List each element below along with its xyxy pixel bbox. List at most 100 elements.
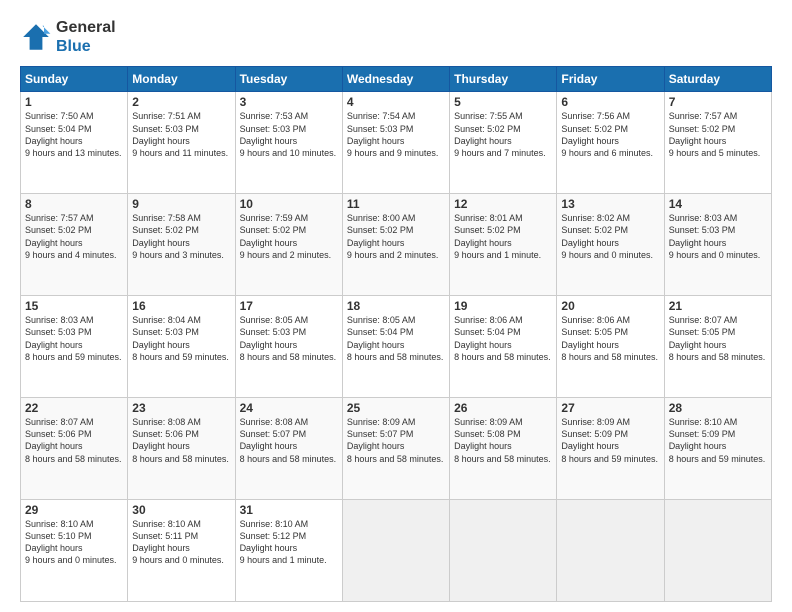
day-info: Sunrise: 7:55 AM Sunset: 5:02 PM Dayligh…	[454, 110, 552, 159]
calendar-cell: 3 Sunrise: 7:53 AM Sunset: 5:03 PM Dayli…	[235, 92, 342, 194]
day-number: 22	[25, 401, 123, 415]
calendar-cell	[664, 500, 771, 602]
day-number: 10	[240, 197, 338, 211]
calendar-cell: 20 Sunrise: 8:06 AM Sunset: 5:05 PM Dayl…	[557, 296, 664, 398]
day-number: 31	[240, 503, 338, 517]
day-number: 27	[561, 401, 659, 415]
calendar-cell	[342, 500, 449, 602]
day-number: 5	[454, 95, 552, 109]
calendar-cell: 7 Sunrise: 7:57 AM Sunset: 5:02 PM Dayli…	[664, 92, 771, 194]
day-number: 12	[454, 197, 552, 211]
day-number: 21	[669, 299, 767, 313]
day-info: Sunrise: 7:53 AM Sunset: 5:03 PM Dayligh…	[240, 110, 338, 159]
day-info: Sunrise: 8:10 AM Sunset: 5:09 PM Dayligh…	[669, 416, 767, 465]
day-number: 13	[561, 197, 659, 211]
day-info: Sunrise: 8:03 AM Sunset: 5:03 PM Dayligh…	[669, 212, 767, 261]
day-number: 11	[347, 197, 445, 211]
day-info: Sunrise: 8:07 AM Sunset: 5:06 PM Dayligh…	[25, 416, 123, 465]
day-number: 9	[132, 197, 230, 211]
day-info: Sunrise: 8:10 AM Sunset: 5:11 PM Dayligh…	[132, 518, 230, 567]
day-info: Sunrise: 7:57 AM Sunset: 5:02 PM Dayligh…	[669, 110, 767, 159]
header: General Blue	[20, 18, 772, 56]
day-info: Sunrise: 8:09 AM Sunset: 5:09 PM Dayligh…	[561, 416, 659, 465]
day-number: 1	[25, 95, 123, 109]
day-info: Sunrise: 8:08 AM Sunset: 5:07 PM Dayligh…	[240, 416, 338, 465]
calendar-cell: 22 Sunrise: 8:07 AM Sunset: 5:06 PM Dayl…	[21, 398, 128, 500]
day-number: 15	[25, 299, 123, 313]
day-number: 8	[25, 197, 123, 211]
day-info: Sunrise: 8:07 AM Sunset: 5:05 PM Dayligh…	[669, 314, 767, 363]
logo-icon	[20, 21, 52, 53]
calendar-body: 1 Sunrise: 7:50 AM Sunset: 5:04 PM Dayli…	[21, 92, 772, 602]
calendar-cell: 21 Sunrise: 8:07 AM Sunset: 5:05 PM Dayl…	[664, 296, 771, 398]
calendar-cell: 24 Sunrise: 8:08 AM Sunset: 5:07 PM Dayl…	[235, 398, 342, 500]
day-number: 18	[347, 299, 445, 313]
day-info: Sunrise: 8:05 AM Sunset: 5:04 PM Dayligh…	[347, 314, 445, 363]
calendar-cell: 27 Sunrise: 8:09 AM Sunset: 5:09 PM Dayl…	[557, 398, 664, 500]
day-number: 14	[669, 197, 767, 211]
calendar-cell: 4 Sunrise: 7:54 AM Sunset: 5:03 PM Dayli…	[342, 92, 449, 194]
day-info: Sunrise: 8:00 AM Sunset: 5:02 PM Dayligh…	[347, 212, 445, 261]
weekday-header-saturday: Saturday	[664, 67, 771, 92]
calendar-cell: 11 Sunrise: 8:00 AM Sunset: 5:02 PM Dayl…	[342, 194, 449, 296]
day-number: 4	[347, 95, 445, 109]
calendar-week-5: 29 Sunrise: 8:10 AM Sunset: 5:10 PM Dayl…	[21, 500, 772, 602]
day-number: 7	[669, 95, 767, 109]
day-number: 20	[561, 299, 659, 313]
weekday-header-thursday: Thursday	[450, 67, 557, 92]
calendar-cell: 9 Sunrise: 7:58 AM Sunset: 5:02 PM Dayli…	[128, 194, 235, 296]
logo: General Blue	[20, 18, 116, 56]
calendar-cell	[450, 500, 557, 602]
calendar-cell: 29 Sunrise: 8:10 AM Sunset: 5:10 PM Dayl…	[21, 500, 128, 602]
day-info: Sunrise: 8:06 AM Sunset: 5:05 PM Dayligh…	[561, 314, 659, 363]
page: General Blue SundayMondayTuesdayWednesda…	[0, 0, 792, 612]
calendar-cell: 30 Sunrise: 8:10 AM Sunset: 5:11 PM Dayl…	[128, 500, 235, 602]
weekday-header-monday: Monday	[128, 67, 235, 92]
weekday-header-wednesday: Wednesday	[342, 67, 449, 92]
day-info: Sunrise: 8:06 AM Sunset: 5:04 PM Dayligh…	[454, 314, 552, 363]
calendar-cell: 2 Sunrise: 7:51 AM Sunset: 5:03 PM Dayli…	[128, 92, 235, 194]
calendar-cell: 5 Sunrise: 7:55 AM Sunset: 5:02 PM Dayli…	[450, 92, 557, 194]
calendar-cell: 13 Sunrise: 8:02 AM Sunset: 5:02 PM Dayl…	[557, 194, 664, 296]
calendar-cell: 19 Sunrise: 8:06 AM Sunset: 5:04 PM Dayl…	[450, 296, 557, 398]
calendar-week-1: 1 Sunrise: 7:50 AM Sunset: 5:04 PM Dayli…	[21, 92, 772, 194]
day-number: 26	[454, 401, 552, 415]
calendar-cell: 14 Sunrise: 8:03 AM Sunset: 5:03 PM Dayl…	[664, 194, 771, 296]
calendar-cell: 15 Sunrise: 8:03 AM Sunset: 5:03 PM Dayl…	[21, 296, 128, 398]
logo-general: General	[56, 18, 116, 37]
calendar-cell: 23 Sunrise: 8:08 AM Sunset: 5:06 PM Dayl…	[128, 398, 235, 500]
day-info: Sunrise: 8:08 AM Sunset: 5:06 PM Dayligh…	[132, 416, 230, 465]
day-number: 25	[347, 401, 445, 415]
day-number: 24	[240, 401, 338, 415]
day-info: Sunrise: 8:02 AM Sunset: 5:02 PM Dayligh…	[561, 212, 659, 261]
day-info: Sunrise: 7:54 AM Sunset: 5:03 PM Dayligh…	[347, 110, 445, 159]
day-info: Sunrise: 7:58 AM Sunset: 5:02 PM Dayligh…	[132, 212, 230, 261]
weekday-header-friday: Friday	[557, 67, 664, 92]
calendar-cell: 12 Sunrise: 8:01 AM Sunset: 5:02 PM Dayl…	[450, 194, 557, 296]
day-number: 6	[561, 95, 659, 109]
calendar-week-2: 8 Sunrise: 7:57 AM Sunset: 5:02 PM Dayli…	[21, 194, 772, 296]
calendar-cell: 26 Sunrise: 8:09 AM Sunset: 5:08 PM Dayl…	[450, 398, 557, 500]
day-number: 23	[132, 401, 230, 415]
calendar-header: SundayMondayTuesdayWednesdayThursdayFrid…	[21, 67, 772, 92]
calendar-cell: 1 Sunrise: 7:50 AM Sunset: 5:04 PM Dayli…	[21, 92, 128, 194]
calendar-cell: 6 Sunrise: 7:56 AM Sunset: 5:02 PM Dayli…	[557, 92, 664, 194]
day-number: 19	[454, 299, 552, 313]
day-info: Sunrise: 7:50 AM Sunset: 5:04 PM Dayligh…	[25, 110, 123, 159]
calendar-cell: 17 Sunrise: 8:05 AM Sunset: 5:03 PM Dayl…	[235, 296, 342, 398]
calendar-cell: 28 Sunrise: 8:10 AM Sunset: 5:09 PM Dayl…	[664, 398, 771, 500]
day-number: 29	[25, 503, 123, 517]
day-info: Sunrise: 8:10 AM Sunset: 5:12 PM Dayligh…	[240, 518, 338, 567]
logo-blue: Blue	[56, 37, 116, 56]
calendar-cell: 25 Sunrise: 8:09 AM Sunset: 5:07 PM Dayl…	[342, 398, 449, 500]
calendar-table: SundayMondayTuesdayWednesdayThursdayFrid…	[20, 66, 772, 602]
calendar-cell: 18 Sunrise: 8:05 AM Sunset: 5:04 PM Dayl…	[342, 296, 449, 398]
day-number: 2	[132, 95, 230, 109]
weekday-header-tuesday: Tuesday	[235, 67, 342, 92]
day-info: Sunrise: 7:51 AM Sunset: 5:03 PM Dayligh…	[132, 110, 230, 159]
day-info: Sunrise: 8:09 AM Sunset: 5:08 PM Dayligh…	[454, 416, 552, 465]
day-info: Sunrise: 8:09 AM Sunset: 5:07 PM Dayligh…	[347, 416, 445, 465]
calendar-week-3: 15 Sunrise: 8:03 AM Sunset: 5:03 PM Dayl…	[21, 296, 772, 398]
day-info: Sunrise: 8:04 AM Sunset: 5:03 PM Dayligh…	[132, 314, 230, 363]
day-info: Sunrise: 7:59 AM Sunset: 5:02 PM Dayligh…	[240, 212, 338, 261]
